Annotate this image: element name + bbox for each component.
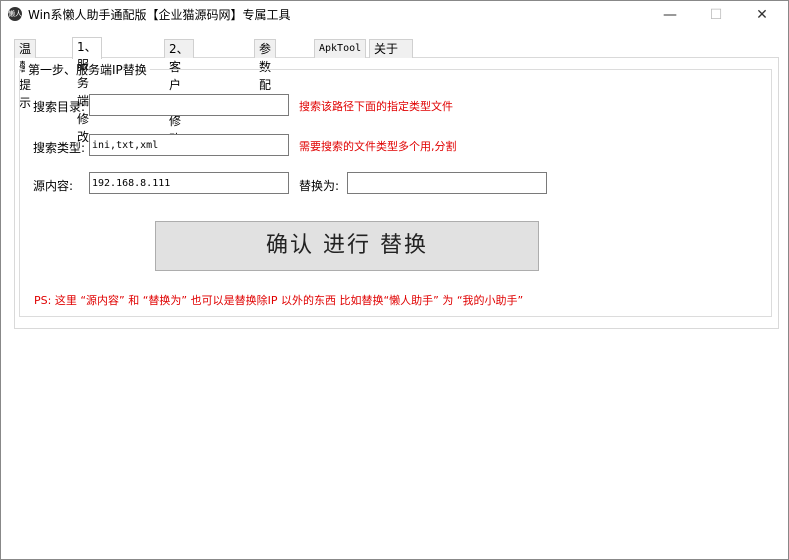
tab-client[interactable]: 2、客户端修改: [164, 39, 194, 146]
replace-with-input[interactable]: [347, 172, 547, 194]
tab-about[interactable]: 关于: [369, 39, 413, 58]
search-type-input[interactable]: [89, 134, 289, 156]
tab-tips[interactable]: 温馨提示: [14, 39, 37, 110]
close-button[interactable]: ✕: [739, 1, 785, 29]
search-dir-input[interactable]: [89, 94, 289, 116]
type-hint: 需要搜索的文件类型多个用,分割: [299, 140, 457, 153]
replace-label: 替换为:: [299, 179, 340, 193]
title-bar: 懒人 Win系懒人助手通配版【企业猫源码网】专属工具 — ☐ ✕: [1, 1, 788, 29]
app-icon: 懒人: [8, 7, 22, 21]
tab-apktool[interactable]: ApkTool: [314, 39, 367, 58]
window-title: Win系懒人助手通配版【企业猫源码网】专属工具: [28, 8, 291, 22]
ps-note: PS: 这里 “源内容” 和 “替换为” 也可以是替换除IP 以外的东西 比如替…: [34, 294, 524, 307]
tab-params[interactable]: 参数配置: [254, 39, 277, 110]
dir-hint: 搜索该路径下面的指定类型文件: [299, 100, 453, 113]
confirm-replace-button[interactable]: 确认 进行 替换: [155, 221, 539, 271]
source-content-input[interactable]: [89, 172, 289, 194]
app-window: 懒人 Win系懒人助手通配版【企业猫源码网】专属工具 — ☐ ✕ 温馨提示 1、…: [0, 0, 789, 560]
source-label: 源内容:: [33, 179, 74, 193]
maximize-button[interactable]: ☐: [693, 1, 739, 29]
minimize-button[interactable]: —: [647, 1, 693, 29]
tab-server[interactable]: 1、服务端修改: [72, 37, 102, 144]
